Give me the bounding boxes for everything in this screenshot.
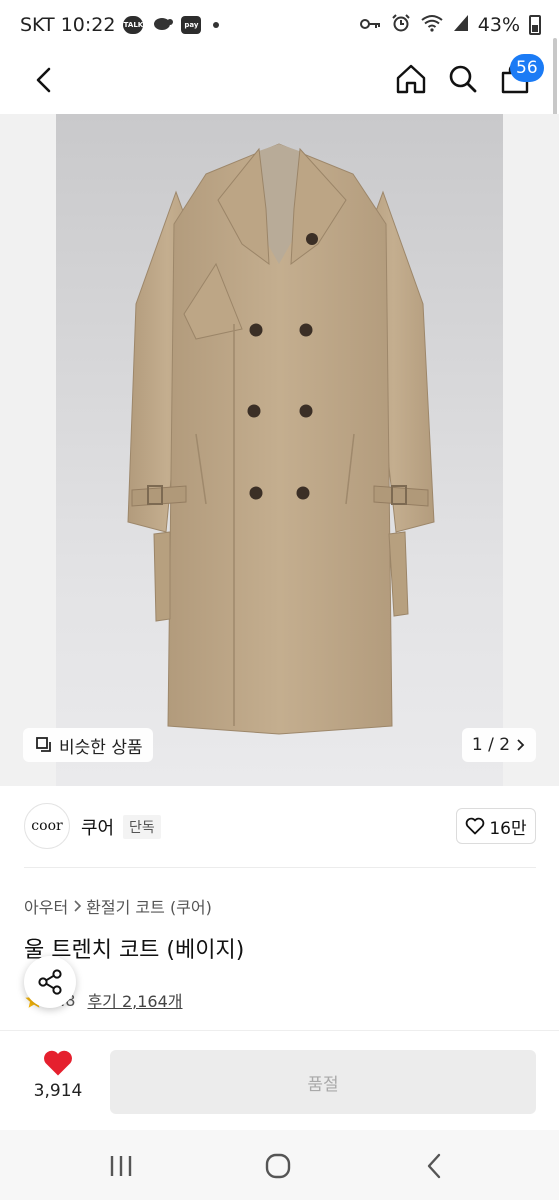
heart-outline-icon <box>466 817 485 835</box>
divider <box>24 867 536 868</box>
home-nav-button[interactable] <box>256 1144 300 1188</box>
battery-percent: 43% <box>477 14 520 36</box>
similar-products-button[interactable]: 비슷한 상품 <box>23 728 153 762</box>
brand-row: coor 쿠어 단독 16만 <box>0 796 559 858</box>
carrier-time: SKT 10:22 <box>20 14 116 36</box>
pay-label: pay <box>184 21 199 29</box>
trench-coat-image <box>127 143 435 735</box>
chevron-right-icon <box>517 739 525 751</box>
reviews-link[interactable]: 후기 2,164개 <box>87 988 182 1012</box>
breadcrumb: 아우터 환절기 코트 (쿠어) <box>24 894 212 918</box>
kakaotalk-icon: TALK <box>123 16 144 34</box>
brand-name[interactable]: 쿠어 <box>81 814 114 840</box>
brand-like-button[interactable]: 16만 <box>456 808 536 844</box>
status-right: 43% <box>359 13 541 38</box>
product-image-carousel[interactable]: 비슷한 상품 1 / 2 <box>0 114 559 786</box>
wifi-icon <box>420 14 444 37</box>
status-left: SKT 10:22 TALK pay <box>20 14 220 37</box>
heart-filled-icon <box>44 1050 72 1076</box>
home-button[interactable] <box>390 58 432 100</box>
back-arrow-icon <box>427 1153 441 1179</box>
chevron-right-icon <box>74 900 82 912</box>
copy-icon <box>36 737 51 752</box>
product-photo[interactable] <box>56 114 503 786</box>
turtle-icon <box>151 14 174 37</box>
brand-logo[interactable]: coor <box>24 803 70 849</box>
search-button[interactable] <box>442 58 484 100</box>
cart-count-badge[interactable]: 56 <box>510 54 544 82</box>
image-page-counter[interactable]: 1 / 2 <box>462 728 536 762</box>
pay-icon: pay <box>181 16 202 34</box>
signal-icon <box>453 14 469 37</box>
wishlist-count: 3,914 <box>33 1081 83 1101</box>
brand-logo-text: coor <box>31 818 63 834</box>
wishlist-button[interactable]: 3,914 <box>28 1049 88 1113</box>
recent-apps-button[interactable] <box>99 1144 143 1188</box>
key-icon <box>359 14 382 36</box>
breadcrumb-category[interactable]: 아우터 <box>24 894 68 918</box>
more-notifications-dot <box>213 22 220 28</box>
share-button[interactable] <box>24 956 76 1008</box>
share-icon <box>38 969 62 995</box>
home-circle-icon <box>265 1153 291 1179</box>
exclusive-tag: 단독 <box>123 815 161 839</box>
sold-out-button[interactable]: 품절 <box>110 1050 536 1114</box>
search-icon <box>449 65 477 93</box>
talk-label: TALK <box>123 21 144 29</box>
battery-icon <box>529 15 541 35</box>
alarm-icon <box>391 13 411 38</box>
status-bar: SKT 10:22 TALK pay 43% <box>0 0 559 50</box>
chevron-left-icon <box>36 67 51 93</box>
home-icon <box>396 64 426 94</box>
system-nav-bar <box>0 1130 559 1200</box>
recent-apps-icon <box>110 1156 132 1176</box>
purchase-bar: 3,914 품절 <box>0 1030 559 1130</box>
app-bar: 56 <box>0 50 559 110</box>
back-button[interactable] <box>24 60 64 100</box>
brand-like-count: 16만 <box>489 818 527 839</box>
page-counter-text: 1 / 2 <box>471 735 511 755</box>
similar-products-label: 비슷한 상품 <box>59 737 143 758</box>
back-nav-button[interactable] <box>412 1144 456 1188</box>
breadcrumb-subcategory[interactable]: 환절기 코트 (쿠어) <box>86 894 212 918</box>
